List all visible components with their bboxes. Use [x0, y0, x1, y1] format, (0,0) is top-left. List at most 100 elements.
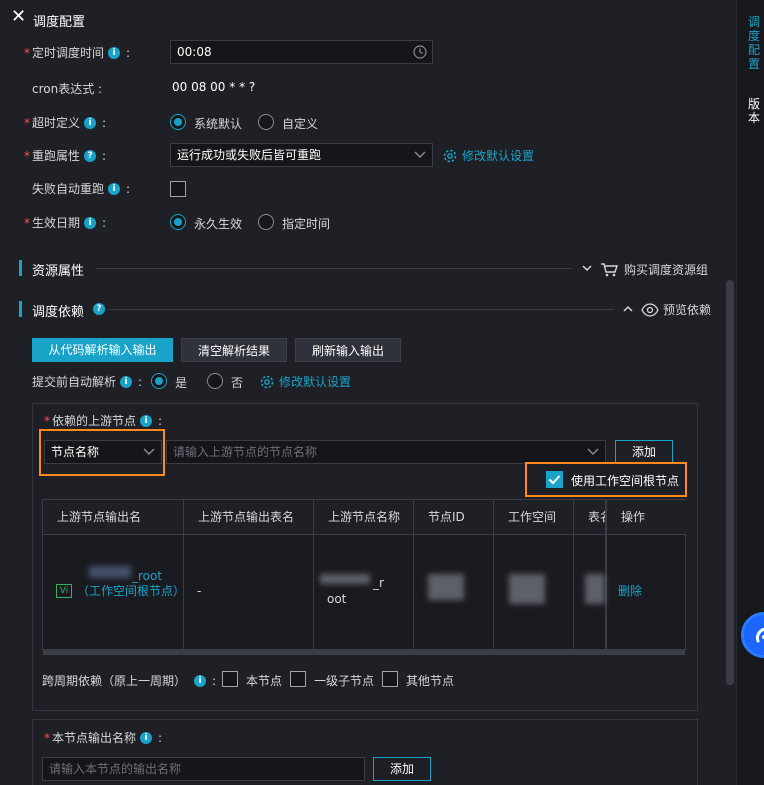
cross-cycle-self-label: 本节点: [246, 674, 283, 688]
output-label: 本节点输出名称: [52, 731, 137, 745]
chevron-down-icon: [414, 151, 426, 158]
effective-forever-label: 永久生效: [194, 217, 243, 231]
use-root-label: 使用工作空间根节点: [571, 474, 680, 488]
chevron-down-icon: [587, 448, 599, 455]
schedule-time-input[interactable]: 00:08: [170, 40, 433, 64]
cross-cycle-self-checkbox[interactable]: [222, 671, 238, 687]
page-title: 调度配置: [33, 15, 86, 30]
timeout-default-radio[interactable]: [170, 114, 186, 130]
info-icon[interactable]: i: [84, 216, 97, 229]
cron-value: 00 08 00 * * ?: [172, 80, 256, 94]
assistant-icon: [756, 627, 764, 643]
timeout-label: 超时定义: [32, 116, 81, 130]
rerun-select[interactable]: 运行成功或失败后皆可重跑: [170, 143, 433, 167]
auto-rerun-checkbox[interactable]: [170, 181, 186, 197]
effective-label: 生效日期: [32, 216, 81, 230]
redacted-text: [320, 574, 370, 584]
auto-parse-yes-label: 是: [175, 376, 188, 390]
timeout-custom-radio[interactable]: [258, 114, 274, 130]
divider: [96, 268, 572, 269]
upstream-table: 上游节点输出名 上游节点输出表名 上游节点名称 节点ID 工作空间 表名 操作 …: [42, 499, 686, 650]
cron-label: cron表达式 :: [32, 82, 103, 96]
gear-icon: [260, 375, 274, 388]
effective-specified-radio[interactable]: [258, 214, 274, 230]
cross-cycle-child-checkbox[interactable]: [290, 671, 306, 687]
upstream-label: 依赖的上游节点: [52, 414, 137, 428]
preview-dependency-link[interactable]: 预览依赖: [641, 301, 711, 318]
cron-row: cron表达式 : 00 08 00 * * ?: [0, 76, 724, 100]
table-header: 表名: [574, 500, 606, 534]
info-icon[interactable]: i: [108, 182, 121, 195]
redacted-workspace: [509, 574, 545, 604]
info-icon[interactable]: i: [140, 414, 153, 427]
info-icon[interactable]: i: [140, 731, 153, 744]
table-header: 节点ID: [414, 500, 494, 534]
timeout-custom-label: 自定义: [282, 117, 319, 131]
close-icon[interactable]: ✕: [11, 8, 27, 26]
vi-badge: Vi: [56, 584, 72, 598]
rail-tab-version[interactable]: 版本: [747, 97, 761, 125]
clear-parse-button[interactable]: 清空解析结果: [181, 338, 287, 362]
parse-io-button[interactable]: 从代码解析输入输出: [32, 338, 173, 362]
auto-parse-row: 提交前自动解析 i: 是 否 修改默认设置: [32, 373, 352, 390]
output-name-input[interactable]: 请输入本节点的输出名称: [42, 757, 365, 781]
timeout-default-label: 系统默认: [194, 117, 243, 131]
effective-specified-label: 指定时间: [282, 217, 331, 231]
modify-default-link[interactable]: 修改默认设置: [259, 373, 351, 390]
chevron-up-icon[interactable]: [623, 305, 633, 313]
vertical-scrollbar[interactable]: [726, 280, 734, 685]
horizontal-scrollbar[interactable]: [43, 650, 685, 655]
timeout-row: * 超时定义 i: 系统默认 自定义: [24, 114, 319, 131]
resource-section-title[interactable]: 资源属性: [32, 260, 84, 279]
node-name-suffix: _r: [373, 576, 384, 590]
help-icon[interactable]: ?: [84, 149, 97, 162]
rail-tab-schedule[interactable]: 调度配置: [747, 15, 761, 71]
info-icon[interactable]: i: [84, 116, 97, 129]
help-icon[interactable]: ?: [93, 303, 105, 315]
use-root-checkbox[interactable]: [546, 471, 563, 488]
cross-cycle-row: 跨周期依赖（原上一周期） i: 本节点 一级子节点 其他节点: [0, 668, 724, 692]
auto-parse-yes-radio[interactable]: [151, 373, 167, 389]
rerun-row: * 重跑属性?: 运行成功或失败后皆可重跑 修改默认设置: [0, 143, 724, 167]
schedule-time-row: * 定时调度时间 i: 00:08: [0, 40, 724, 64]
buy-resource-link[interactable]: 购买调度资源组: [600, 261, 708, 278]
eye-icon: [641, 302, 659, 317]
effective-forever-radio[interactable]: [170, 214, 186, 230]
gear-icon: [443, 149, 457, 162]
redacted-table-name: [585, 574, 605, 604]
add-upstream-button[interactable]: 添加: [615, 440, 673, 464]
table-header: 操作: [606, 500, 686, 534]
cross-cycle-other-checkbox[interactable]: [382, 671, 398, 687]
table-header: 上游节点名称: [314, 500, 414, 534]
schedule-time-label: 定时调度时间: [32, 46, 105, 60]
cross-cycle-child-label: 一级子节点: [314, 674, 375, 688]
node-name-tail: oot: [327, 592, 347, 606]
output-name-suffix[interactable]: _root: [132, 569, 162, 583]
cross-cycle-other-label: 其他节点: [406, 674, 455, 688]
table-cell: [184, 534, 314, 650]
chevron-down-icon[interactable]: [582, 264, 592, 272]
table-name-value: -: [197, 584, 202, 598]
divider: [108, 309, 614, 310]
redacted-node-id: [428, 574, 464, 600]
modify-default-link[interactable]: 修改默认设置: [442, 147, 534, 164]
rerun-label: 重跑属性: [32, 149, 81, 163]
refresh-io-button[interactable]: 刷新输入输出: [295, 338, 401, 362]
info-icon[interactable]: i: [194, 674, 207, 687]
assistant-button[interactable]: [741, 612, 764, 658]
add-output-button[interactable]: 添加: [373, 757, 431, 781]
auto-parse-label: 提交前自动解析: [32, 375, 117, 389]
auto-parse-no-radio[interactable]: [207, 373, 223, 389]
clock-icon: [413, 45, 427, 59]
highlight-box: [39, 429, 165, 476]
upstream-search-input[interactable]: 请输入上游节点的节点名称: [166, 440, 606, 464]
delete-link[interactable]: 删除: [618, 584, 642, 598]
table-header: 工作空间: [494, 500, 574, 534]
redacted-text: [89, 566, 131, 578]
info-icon[interactable]: i: [108, 46, 121, 59]
info-icon[interactable]: i: [120, 375, 133, 388]
output-name-note: （工作空间根节点）: [77, 584, 186, 598]
main-panel: ✕ 调度配置 * 定时调度时间 i: 00:08 cron表达式 : 00 08 0…: [0, 0, 724, 785]
auto-rerun-row: 失败自动重跑 i:: [0, 176, 724, 200]
cross-cycle-label: 跨周期依赖（原上一周期）: [42, 674, 187, 688]
